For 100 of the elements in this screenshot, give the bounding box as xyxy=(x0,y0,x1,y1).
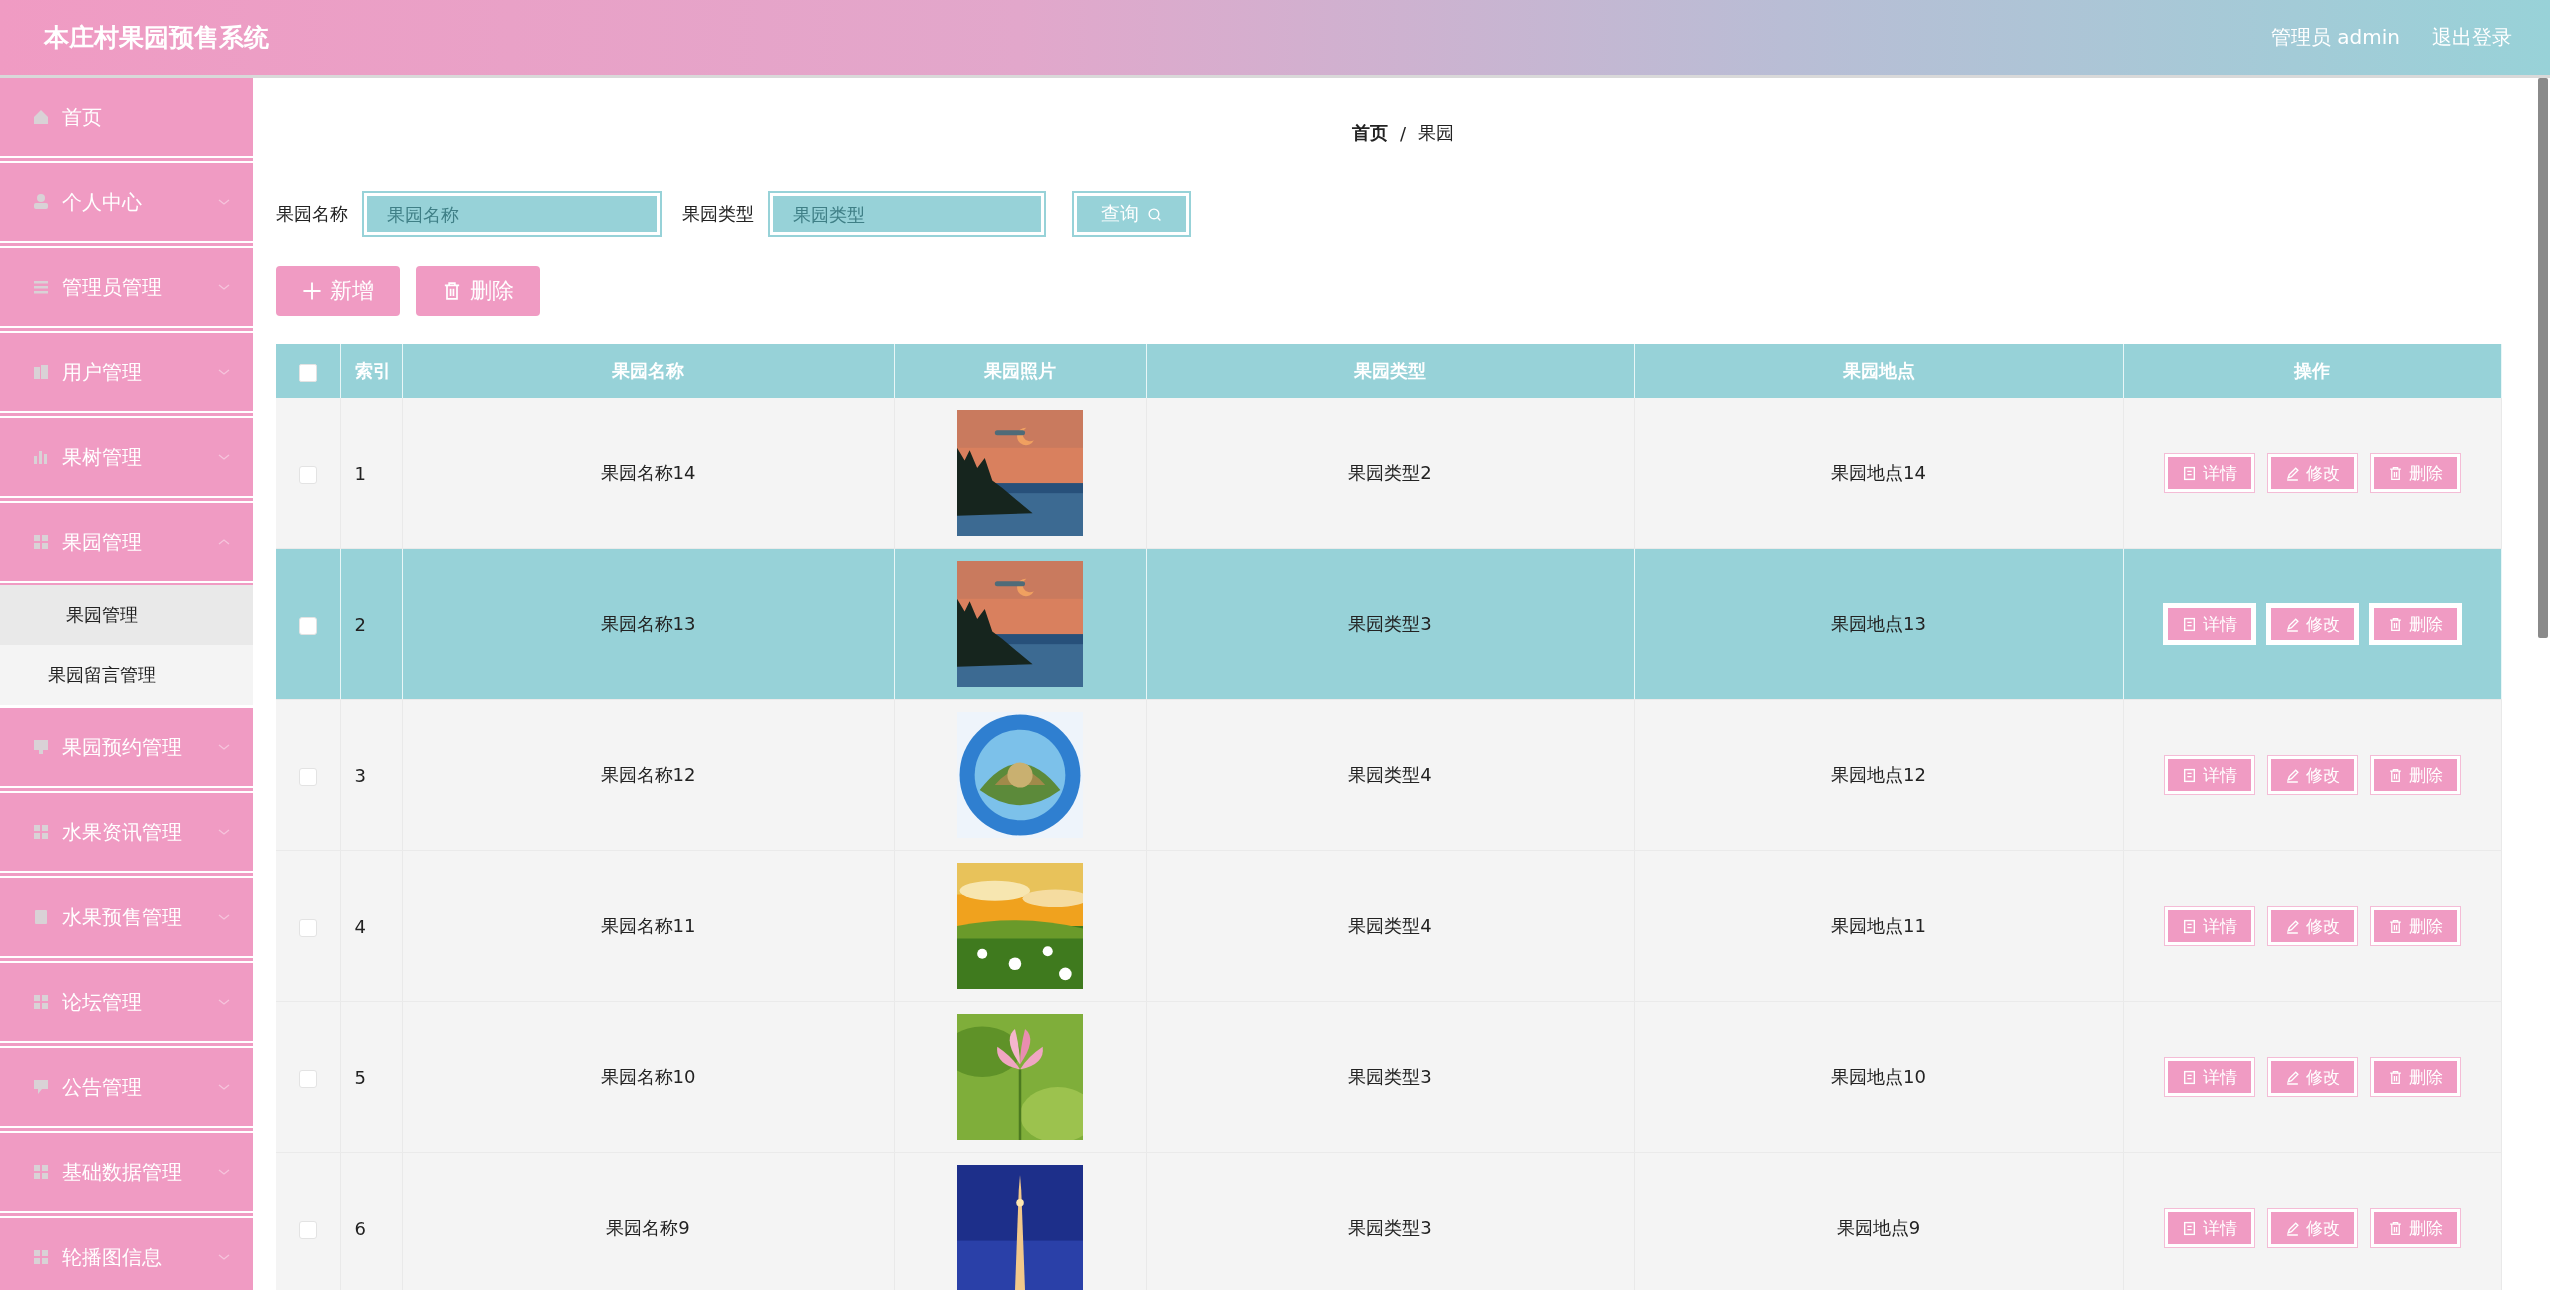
table-cell: 1 xyxy=(340,398,402,549)
delete-button[interactable]: 删除 xyxy=(2370,756,2460,794)
monitor-icon xyxy=(32,738,50,756)
detail-button[interactable]: 详情 xyxy=(2164,605,2254,643)
field-label: 果园类型 xyxy=(682,202,754,226)
submenu-item[interactable]: 果园管理 xyxy=(0,585,253,645)
document-icon xyxy=(32,908,50,926)
table-cell: 果园地点11 xyxy=(1634,850,2123,1002)
search-button[interactable]: 查询 xyxy=(1074,193,1189,235)
table-row[interactable]: 3 果园名称12 果园类型4 果园地点12 详情 修改 删除 xyxy=(276,699,2501,851)
sidebar-label: 个人中心 xyxy=(62,188,143,216)
table-row[interactable]: 4 果园名称11 果园类型4 果园地点11 详情 修改 删除 xyxy=(276,850,2501,1002)
edit-button[interactable]: 修改 xyxy=(2267,1209,2357,1247)
breadcrumb-item[interactable]: 首页 xyxy=(1351,121,1388,145)
sidebar-item[interactable]: 水果资讯管理 xyxy=(0,793,253,873)
checkbox[interactable] xyxy=(298,918,317,937)
edit-button[interactable]: 修改 xyxy=(2267,605,2357,643)
sidebar-label: 用户管理 xyxy=(62,358,143,386)
edit-button[interactable]: 修改 xyxy=(2267,907,2357,945)
table-row[interactable]: 2 果园名称13 果园类型3 果园地点13 详情 修改 删除 xyxy=(276,548,2501,700)
table-cell: 果园类型4 xyxy=(1146,850,1634,1002)
detail-button[interactable]: 详情 xyxy=(2164,1058,2254,1096)
column-header: 操作 xyxy=(2123,344,2501,398)
detail-button[interactable]: 详情 xyxy=(2164,907,2254,945)
bar-chart-icon xyxy=(32,448,50,466)
edit-button[interactable]: 修改 xyxy=(2267,756,2357,794)
edit-button[interactable]: 修改 xyxy=(2267,454,2357,492)
sidebar-label: 果园管理 xyxy=(62,528,143,556)
field-label: 果园名称 xyxy=(276,202,348,226)
sidebar-item[interactable]: 果树管理 xyxy=(0,418,253,498)
column-header: 果园地点 xyxy=(1634,344,2123,398)
delete-button[interactable]: 删除 xyxy=(416,266,540,316)
submenu-item[interactable]: 果园留言管理 xyxy=(0,645,253,705)
grid-icon xyxy=(32,993,50,1011)
sidebar-item[interactable]: 用户管理 xyxy=(0,333,253,413)
sidebar-item[interactable]: 公告管理 xyxy=(0,1048,253,1128)
speech-bubble-icon xyxy=(32,1078,50,1096)
trash-icon xyxy=(2387,1069,2403,1085)
table-cell: 果园地点14 xyxy=(1634,398,2123,549)
delete-button[interactable]: 删除 xyxy=(2370,1209,2460,1247)
checkbox[interactable] xyxy=(298,465,317,484)
sidebar-item[interactable]: 个人中心 xyxy=(0,163,253,243)
delete-button[interactable]: 删除 xyxy=(2370,1058,2460,1096)
sidebar-item[interactable]: 管理员管理 xyxy=(0,248,253,328)
table-cell: 果园类型3 xyxy=(1146,1001,1634,1153)
table-cell: 果园类型3 xyxy=(1146,1152,1634,1290)
table-cell: 果园名称9 xyxy=(402,1152,894,1290)
search-field[interactable]: 果园名称 xyxy=(364,193,660,235)
detail-button[interactable]: 详情 xyxy=(2164,1209,2254,1247)
logout-link[interactable]: 退出登录 xyxy=(2432,24,2512,51)
sidebar-item[interactable]: 基础数据管理 xyxy=(0,1133,253,1213)
table-cell: 果园地点13 xyxy=(1634,548,2123,700)
column-header: 果园名称 xyxy=(402,344,894,398)
edit-button[interactable]: 修改 xyxy=(2267,1058,2357,1096)
delete-button[interactable]: 删除 xyxy=(2370,907,2460,945)
checkbox[interactable] xyxy=(298,363,317,382)
sidebar-label: 首页 xyxy=(62,103,103,131)
table-row[interactable]: 5 果园名称10 果园类型3 果园地点10 详情 修改 删除 xyxy=(276,1001,2501,1153)
building-icon xyxy=(32,363,50,381)
person-icon xyxy=(32,193,50,211)
detail-button[interactable]: 详情 xyxy=(2164,454,2254,492)
sidebar-item[interactable]: 轮播图信息 xyxy=(0,1218,253,1290)
table-cell: 果园类型3 xyxy=(1146,548,1634,700)
checkbox[interactable] xyxy=(298,1220,317,1239)
sidebar-label: 轮播图信息 xyxy=(62,1243,163,1271)
table-cell: 6 xyxy=(340,1152,402,1290)
document-icon xyxy=(2181,465,2197,481)
table-row[interactable]: 6 果园名称9 果园类型3 果园地点9 详情 修改 删除 xyxy=(276,1152,2501,1290)
table-cell: 果园名称12 xyxy=(402,699,894,851)
grid-icon xyxy=(32,533,50,551)
table-cell: 果园地点12 xyxy=(1634,699,2123,851)
sidebar-label: 果园预约管理 xyxy=(62,733,183,761)
table-cell: 果园地点10 xyxy=(1634,1001,2123,1153)
table-cell: 果园名称11 xyxy=(402,850,894,1002)
sidebar-item[interactable]: 水果预售管理 xyxy=(0,878,253,958)
sidebar-label: 水果预售管理 xyxy=(62,903,183,931)
sidebar-item[interactable]: 论坛管理 xyxy=(0,963,253,1043)
trash-icon xyxy=(2387,616,2403,632)
column-header: 索引 xyxy=(340,344,402,398)
delete-button[interactable]: 删除 xyxy=(2370,605,2460,643)
search-field[interactable]: 果园类型 xyxy=(770,193,1044,235)
sidebar-label: 基础数据管理 xyxy=(62,1158,183,1186)
checkbox[interactable] xyxy=(298,767,317,786)
sidebar-item[interactable]: 果园管理 xyxy=(0,503,253,583)
grid-icon xyxy=(32,1248,50,1266)
delete-button[interactable]: 删除 xyxy=(2370,454,2460,492)
add-button[interactable]: 新增 xyxy=(276,266,400,316)
scrollbar[interactable] xyxy=(2538,78,2548,638)
sidebar-item[interactable]: 果园预约管理 xyxy=(0,708,253,788)
checkbox[interactable] xyxy=(298,1069,317,1088)
table-cell: 4 xyxy=(340,850,402,1002)
menu-icon xyxy=(32,278,50,296)
document-icon xyxy=(2181,918,2197,934)
detail-button[interactable]: 详情 xyxy=(2164,756,2254,794)
table-row[interactable]: 1 果园名称14 果园类型2 果园地点14 详情 修改 删除 xyxy=(276,398,2501,549)
breadcrumb-item: 果园 xyxy=(1418,121,1455,145)
checkbox[interactable] xyxy=(298,616,317,635)
table-cell: 5 xyxy=(340,1001,402,1153)
sidebar-item[interactable]: 首页 xyxy=(0,78,253,158)
column-header: 果园照片 xyxy=(894,344,1146,398)
